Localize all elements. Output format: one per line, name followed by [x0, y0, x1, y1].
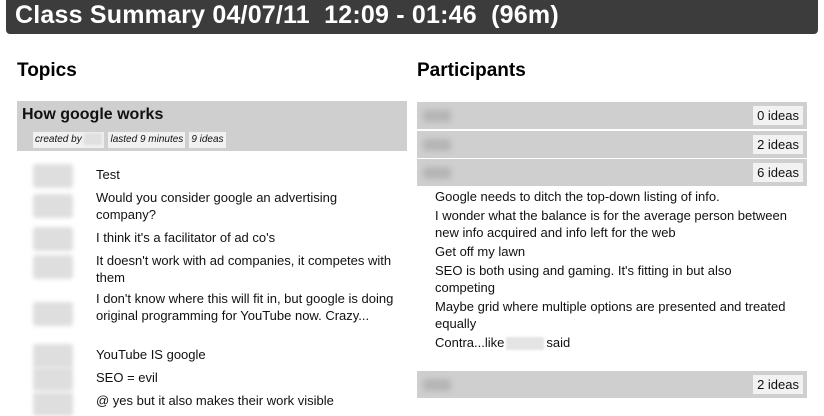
- topic-ideas-count: 9 ideas: [189, 132, 226, 148]
- list-item: Maybe grid where multiple options are pr…: [435, 299, 786, 331]
- mentioned-name-redacted: [506, 337, 545, 351]
- idea-text: I don't know where this will fit in, but…: [96, 291, 394, 323]
- participants-heading: Participants: [417, 60, 526, 81]
- idea-text: Would you consider google an advertising…: [96, 190, 338, 222]
- author-avatar: [33, 392, 73, 416]
- creator-name-redacted: [84, 133, 103, 146]
- topic-created-by: created by: [33, 132, 105, 148]
- participant-name-redacted: [423, 139, 451, 151]
- participant-idea-count: 0 ideas: [753, 106, 803, 125]
- participant-idea-count: 2 ideas: [753, 135, 803, 154]
- participant-ideas-list: Google needs to ditch the top-down listi…: [435, 188, 795, 353]
- author-avatar: [33, 344, 73, 368]
- participant-row[interactable]: 0 ideas: [417, 102, 807, 129]
- list-item: Contra...like said: [435, 335, 571, 351]
- idea-text: I think it's a facilitator of ad co's: [96, 230, 276, 245]
- author-avatar: [33, 227, 73, 251]
- list-item: SEO is both using and gaming. It's fitti…: [435, 263, 732, 295]
- topic-card[interactable]: How google works created by lasted 9 min…: [17, 101, 407, 151]
- author-avatar: [33, 194, 73, 218]
- participant-name-redacted: [423, 379, 451, 391]
- topic-duration: lasted 9 minutes: [108, 132, 186, 148]
- participant-idea-count: 2 ideas: [753, 375, 803, 394]
- list-item: Get off my lawn: [435, 244, 526, 259]
- page-title: Class Summary 04/07/11 12:09 - 01:46 (96…: [15, 1, 559, 29]
- author-avatar: [33, 367, 73, 391]
- author-avatar: [33, 164, 73, 188]
- participant-row[interactable]: 2 ideas: [417, 371, 807, 398]
- participant-name-redacted: [423, 167, 451, 179]
- participant-row[interactable]: 2 ideas: [417, 131, 807, 158]
- idea-text: @ yes but it also makes their work visib…: [96, 393, 334, 408]
- author-avatar: [33, 302, 73, 326]
- idea-text: It doesn't work with ad companies, it co…: [96, 253, 392, 285]
- topic-title[interactable]: How google works: [22, 106, 163, 124]
- idea-text: YouTube IS google: [96, 347, 206, 362]
- topics-heading: Topics: [17, 60, 77, 81]
- idea-text: SEO = evil: [96, 370, 158, 385]
- author-avatar: [33, 255, 73, 279]
- topic-meta: created by lasted 9 minutes 9 ideas: [33, 132, 226, 148]
- participant-name-redacted: [423, 110, 451, 122]
- participant-row-expanded[interactable]: 6 ideas: [417, 159, 807, 186]
- idea-text: Test: [96, 167, 120, 182]
- list-item: I wonder what the balance is for the ave…: [435, 208, 787, 240]
- page-header: Class Summary 04/07/11 12:09 - 01:46 (96…: [6, 0, 818, 34]
- participant-idea-count: 6 ideas: [753, 163, 803, 182]
- list-item: Google needs to ditch the top-down listi…: [435, 189, 720, 204]
